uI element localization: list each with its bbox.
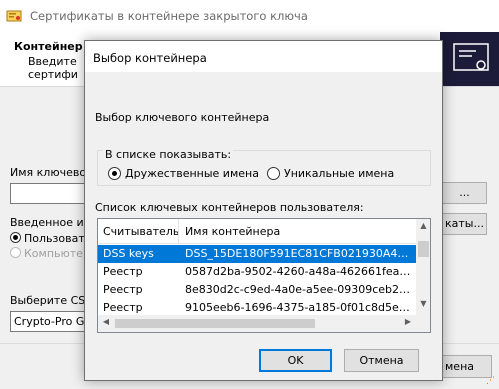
horizontal-scrollbar[interactable]: ◀ ▶ xyxy=(98,315,430,332)
certificate-logo-icon xyxy=(440,32,499,86)
wizard-header-description-line-1: Введите xyxy=(28,55,77,68)
container-list[interactable]: Считыватель Имя контейнера DSS keys DSS_… xyxy=(97,218,431,333)
row-container-name: DSS_15DE180F591EC81CFB021930A468AE30... xyxy=(185,247,415,260)
radio-user-indicator[interactable] xyxy=(10,232,21,243)
column-header-container-name[interactable]: Имя контейнера xyxy=(185,225,280,238)
row-reader: Реестр xyxy=(103,283,143,296)
scroll-right-arrow-icon[interactable]: ▶ xyxy=(402,317,414,330)
radio-user-label: Пользовате xyxy=(24,232,92,245)
radio-computer: Компьютер xyxy=(10,247,90,260)
vertical-scroll-thumb[interactable] xyxy=(418,241,429,257)
view-options-label: В списке показывать: xyxy=(103,148,234,161)
row-reader: Реестр xyxy=(103,265,143,278)
list-header: Считыватель Имя контейнера xyxy=(98,219,416,244)
row-container-name: 0587d2ba-9502-4260-a48a-462661feadfd xyxy=(185,265,415,278)
select-container-dialog: Выбор контейнера Выбор ключевого контейн… xyxy=(84,40,443,381)
scrollbar-corner xyxy=(416,315,430,332)
wizard-header-title: Контейнер xyxy=(14,40,83,53)
radio-friendly-label: Дружественные имена xyxy=(125,167,259,180)
background-window-title: Сертификаты в контейнере закрытого ключа xyxy=(30,9,308,23)
scroll-up-arrow-icon[interactable]: ▲ xyxy=(416,221,430,235)
list-row[interactable]: Реестр 8e830d2c-c9ed-4a0e-a5ee-09309ceb2… xyxy=(98,281,416,299)
radio-friendly-names[interactable]: Дружественные имена xyxy=(108,167,259,180)
container-list-label: Список ключевых контейнеров пользователя… xyxy=(95,201,364,214)
wizard-header-description-line-2: сертифи xyxy=(28,68,78,81)
list-row[interactable]: Реестр 0587d2ba-9502-4260-a48a-462661fea… xyxy=(98,263,416,281)
scroll-left-arrow-icon[interactable]: ◀ xyxy=(100,317,112,330)
certificate-app-icon xyxy=(6,8,22,24)
row-reader: DSS keys xyxy=(103,247,154,260)
ok-button[interactable]: OK xyxy=(259,349,332,372)
dialog-title: Выбор контейнера xyxy=(93,51,207,65)
radio-unique-indicator[interactable] xyxy=(267,167,280,180)
cancel-button[interactable]: Отмена xyxy=(344,349,419,372)
radio-unique-names[interactable]: Уникальные имена xyxy=(267,167,394,180)
radio-friendly-indicator[interactable] xyxy=(108,167,121,180)
radio-user[interactable]: Пользовате xyxy=(10,232,92,245)
scroll-down-arrow-icon[interactable]: ▼ xyxy=(416,299,430,313)
column-divider[interactable] xyxy=(178,219,179,244)
csp-label: Выберите CSP xyxy=(10,294,92,307)
key-name-input[interactable] xyxy=(10,183,90,204)
browse-button[interactable]: ... xyxy=(442,182,487,204)
list-row[interactable]: DSS keys DSS_15DE180F591EC81CFB021930A46… xyxy=(98,245,416,263)
csp-select[interactable]: Crypto-Pro GO xyxy=(10,311,90,332)
column-header-reader[interactable]: Считыватель xyxy=(103,225,179,238)
radio-unique-label: Уникальные имена xyxy=(284,167,395,180)
row-container-name: 8e830d2c-c9ed-4a0e-a5ee-09309ceb2b09 xyxy=(185,283,415,296)
row-container-name: 9105eeb6-1696-4375-a185-0f01c8d5e68d xyxy=(185,301,415,314)
horizontal-scroll-thumb[interactable] xyxy=(115,319,315,328)
resize-grip-icon[interactable]: ⋰ xyxy=(486,376,497,387)
radio-computer-indicator xyxy=(10,247,21,258)
radio-computer-label: Компьютер xyxy=(24,247,90,260)
section-title: Выбор ключевого контейнера xyxy=(95,111,270,124)
row-reader: Реестр xyxy=(103,301,143,314)
certificates-button[interactable]: каты... xyxy=(442,213,487,235)
background-cancel-button[interactable]: мена xyxy=(442,355,492,378)
